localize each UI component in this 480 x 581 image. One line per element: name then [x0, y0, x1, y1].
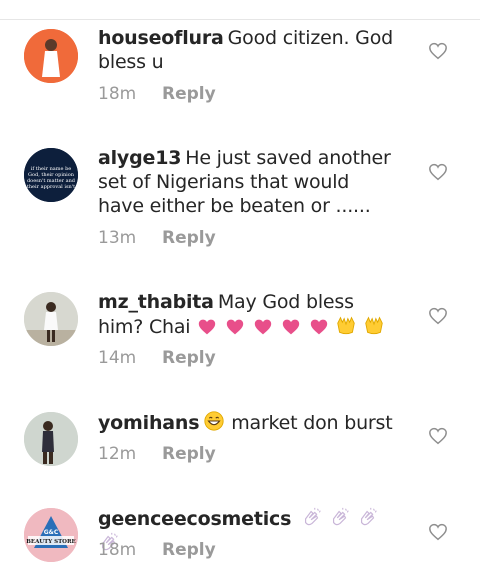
comment-time: 14m: [98, 348, 137, 368]
clapping-hands-emoji-icon: [332, 507, 349, 526]
clapping-hands-emoji-icon: [305, 507, 321, 526]
svg-text:G&C: G&C: [44, 529, 59, 536]
comment-text: market don burst: [231, 412, 393, 434]
comment-body: alyge13 He just saved another set of Nige…: [98, 146, 398, 218]
comment-meta: 12m Reply: [98, 444, 216, 464]
heart-outline-icon[interactable]: [428, 307, 448, 325]
raised-hands-emoji-icon: [337, 316, 356, 335]
raised-hands-emoji-icon: [365, 316, 384, 335]
heart-outline-icon[interactable]: [428, 42, 448, 60]
reply-button[interactable]: Reply: [162, 348, 216, 368]
avatar[interactable]: [24, 412, 78, 466]
comment-username[interactable]: yomihans: [98, 412, 200, 434]
reply-button[interactable]: Reply: [162, 540, 216, 560]
reply-button[interactable]: Reply: [162, 444, 216, 464]
avatar[interactable]: [24, 29, 78, 83]
comment-body: mz_thabita May God bless him? Chai: [98, 290, 398, 339]
heart-emoji-icon: [226, 319, 244, 335]
heart-emoji-icon: [254, 319, 272, 335]
avatar[interactable]: if their name be God, their opinion does…: [24, 148, 78, 202]
comment-username[interactable]: houseoflura: [98, 27, 224, 49]
heart-outline-icon[interactable]: [428, 427, 448, 445]
heart-emoji-icon: [199, 319, 216, 335]
svg-text:their approval isn't: their approval isn't: [27, 184, 75, 190]
clapping-hands-emoji-icon: [360, 507, 377, 526]
heart-outline-icon[interactable]: [428, 523, 448, 541]
heart-outline-icon[interactable]: [428, 163, 448, 181]
comment-meta: 13m Reply: [98, 228, 216, 248]
comment-meta: 18m Reply: [98, 84, 216, 104]
comment-time: 13m: [98, 228, 137, 248]
comment-time: 18m: [98, 84, 137, 104]
comment-time: 12m: [98, 444, 137, 464]
reply-button[interactable]: Reply: [162, 228, 216, 248]
comment-time: 18m: [98, 540, 137, 560]
comment-meta: 14m Reply: [98, 348, 216, 368]
comment-username[interactable]: geenceecosmetics: [98, 508, 291, 530]
svg-text:BEAUTY STORE: BEAUTY STORE: [26, 539, 75, 545]
grinning-face-emoji-icon: [204, 411, 224, 431]
comment-username[interactable]: alyge13: [98, 147, 181, 169]
comment-body: houseoflura Good citizen. God bless u: [98, 26, 398, 74]
comment-body: yomihans market don burst: [98, 410, 398, 435]
avatar[interactable]: G&C BEAUTY STORE: [24, 508, 78, 562]
heart-emoji-icon: [310, 319, 327, 335]
top-bar: [0, 0, 480, 20]
heart-emoji-icon: [282, 319, 299, 335]
emoji-row: [196, 316, 385, 338]
reply-button[interactable]: Reply: [162, 84, 216, 104]
avatar[interactable]: [24, 292, 78, 346]
comment-meta: 18m Reply: [98, 540, 216, 560]
comment-username[interactable]: mz_thabita: [98, 291, 214, 313]
